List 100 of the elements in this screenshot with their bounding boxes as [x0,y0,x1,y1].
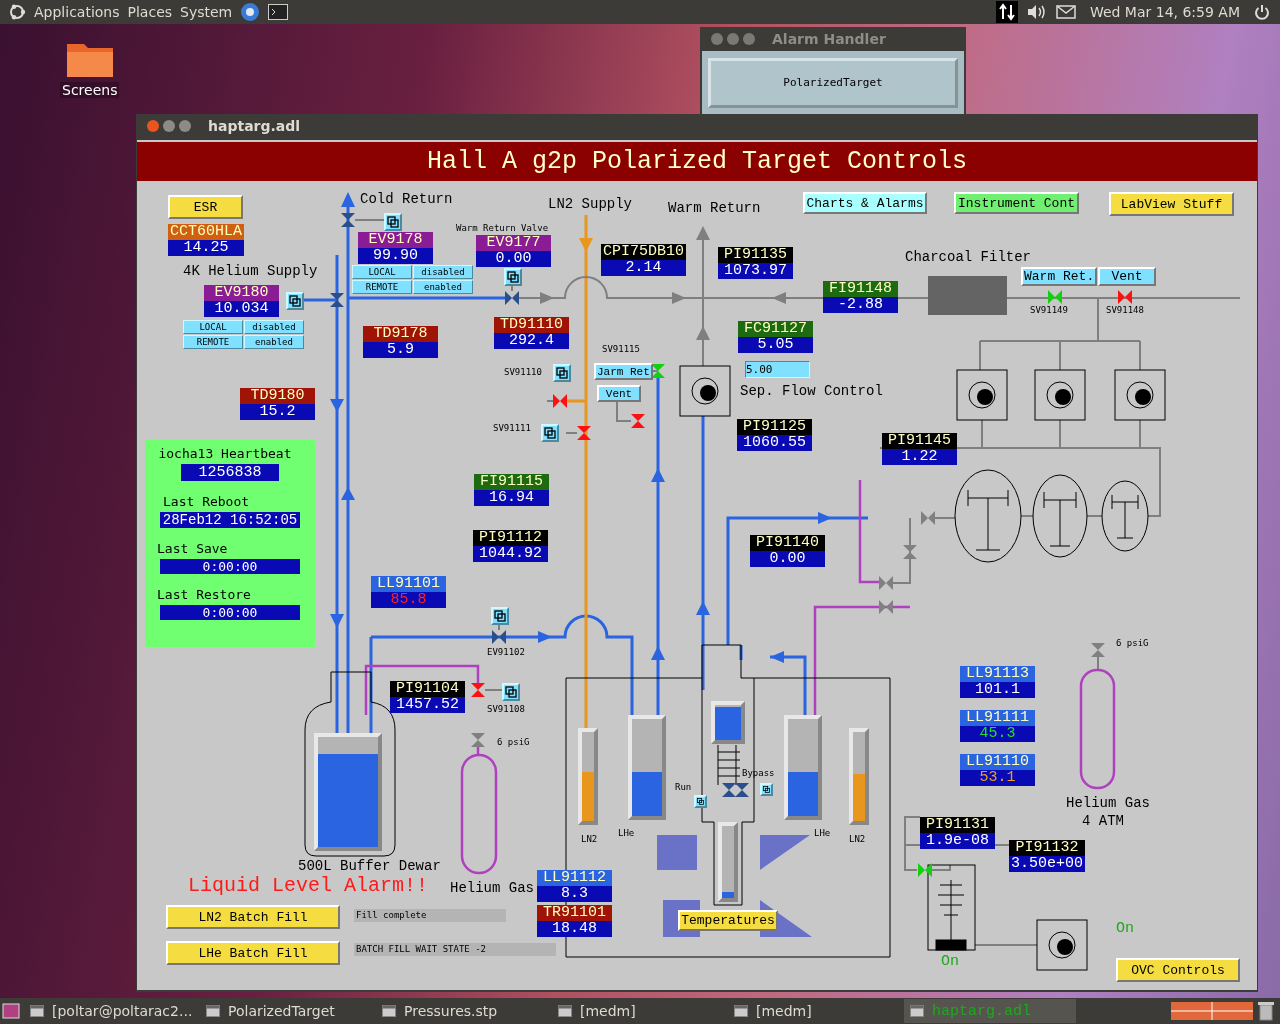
windows-icon [387,216,399,228]
mode-button[interactable]: REMOTE [352,280,412,294]
channel-value: 1073.97 [718,263,793,279]
related-display-button[interactable] [286,292,304,310]
valve-icon[interactable] [492,630,506,644]
panel-menu[interactable]: System [180,4,233,20]
related-display-button[interactable] [541,424,559,442]
volume-icon[interactable] [1025,4,1048,20]
display-button[interactable]: Jarm Ret [594,363,653,380]
diagram-label: 500L Buffer Dewar [298,858,441,874]
channel-name: PI91132 [1009,840,1085,856]
diagram-label: LN2 Supply [548,196,632,212]
terminal-icon[interactable] [268,4,289,20]
display-button[interactable]: Vent [1098,267,1156,286]
display-button[interactable]: LN2 Batch Fill [166,905,340,929]
power-icon[interactable] [1254,4,1270,20]
browser-icon[interactable] [240,2,261,22]
valve-icon[interactable] [918,863,932,877]
window-controls-icon[interactable] [146,119,194,133]
flow-setpoint-field[interactable]: 5.00 [745,361,810,378]
display-button[interactable]: Temperatures [678,910,778,931]
mail-icon[interactable] [1055,5,1076,19]
valve-icon[interactable] [735,783,749,797]
tag-label: Bypass [742,768,775,778]
mode-button[interactable]: enabled [244,335,304,349]
taskbar-item-label: haptarg.adl [932,1002,1032,1020]
workspace-switcher-icon[interactable] [1170,1001,1254,1021]
flow-arrow-icon [696,326,710,340]
window-title: haptarg.adl [208,118,301,134]
related-display-button[interactable] [504,268,522,286]
display-button[interactable]: ESR [168,195,243,219]
channel-value: 292.4 [494,333,569,349]
valve-icon[interactable] [651,364,665,378]
alarm-group-button[interactable]: PolarizedTarget [708,57,958,108]
valve-icon[interactable] [505,291,519,305]
window-controls-icon[interactable] [710,32,758,46]
valve-icon[interactable] [722,783,736,797]
channel-value: 16.94 [474,490,549,506]
channel-name: TD91110 [494,317,569,333]
taskbar-item[interactable]: [medm] [552,999,724,1023]
heartbeat-field-label: Last Reboot [163,494,250,509]
channel-value: 18.48 [537,921,612,937]
taskbar-item[interactable]: [poltar@poltarac2... [24,999,196,1023]
channel-value: 10.034 [204,301,279,317]
flow-arrow-icon [696,226,710,240]
network-icon[interactable] [995,1,1018,23]
related-display-button[interactable] [491,607,509,625]
pipe-line [931,864,951,871]
desktop-icon-label[interactable]: Screens [60,82,120,98]
taskbar-item-label: [poltar@poltarac2... [52,1003,193,1019]
panel-menu[interactable]: Applications [34,4,120,20]
display-button[interactable]: OVC Controls [1116,958,1240,982]
channel-name: EV9180 [204,285,279,301]
channel-name: EV9177 [476,235,551,251]
channel-name: FC91127 [738,321,813,337]
related-display-button[interactable] [760,783,773,796]
tag-label: 6 psiG [497,737,530,747]
mode-button[interactable]: enabled [413,280,473,294]
display-button[interactable]: Charts & Alarms [803,192,927,214]
clock[interactable]: Wed Mar 14, 6:59 AM [1089,4,1240,20]
tag-label: SV91108 [487,704,525,714]
channel-name: LL91110 [960,754,1035,770]
trash-icon[interactable] [1258,1001,1274,1021]
channel-name: EV9178 [358,232,433,248]
status-message: Fill complete [354,909,506,922]
channel-value: 2.14 [601,260,686,276]
taskbar-item[interactable]: Pressures.stp [376,999,548,1023]
mode-button[interactable]: LOCAL [183,320,243,334]
related-display-button[interactable] [553,364,571,382]
flow-arrow-icon [772,292,786,304]
heartbeat-title: iocha13 Heartbeat [158,446,292,461]
mode-button[interactable]: LOCAL [352,265,412,279]
channel-name: FI91148 [823,281,898,297]
panel-menu[interactable]: Places [127,4,173,20]
mode-button[interactable]: REMOTE [183,335,243,349]
display-button[interactable]: LabView Stuff [1109,192,1234,216]
channel-name: PI91135 [718,247,793,263]
channel-name: LL91112 [537,870,612,886]
channel-name: FI91115 [474,474,549,490]
display-button[interactable]: Vent [597,385,641,402]
related-display-button[interactable] [694,795,707,808]
mode-button[interactable]: disabled [244,320,304,334]
flow-arrow-icon [818,512,832,524]
channel-name: LL91111 [960,710,1035,726]
ubuntu-logo-icon[interactable] [8,3,26,21]
tag-label: SV91148 [1106,305,1144,315]
taskbar-item[interactable]: PolarizedTarget [200,999,372,1023]
display-button[interactable]: LHe Batch Fill [166,941,340,965]
channel-name: LL91113 [960,666,1035,682]
mode-button[interactable]: disabled [413,265,473,279]
heartbeat-counter: 1256838 [181,464,279,481]
taskbar-item[interactable]: [medm] [728,999,900,1023]
alarm-message: Liquid Level Alarm!! [188,874,429,897]
diagram-label: Cold Return [360,191,453,207]
valve-icon[interactable] [330,293,344,307]
related-display-button[interactable] [502,683,520,701]
valve-icon[interactable] [341,213,355,227]
display-button[interactable]: Warm Ret. [1021,267,1098,286]
related-display-button[interactable] [384,213,402,231]
display-button[interactable]: Instrument Cont [954,192,1079,214]
